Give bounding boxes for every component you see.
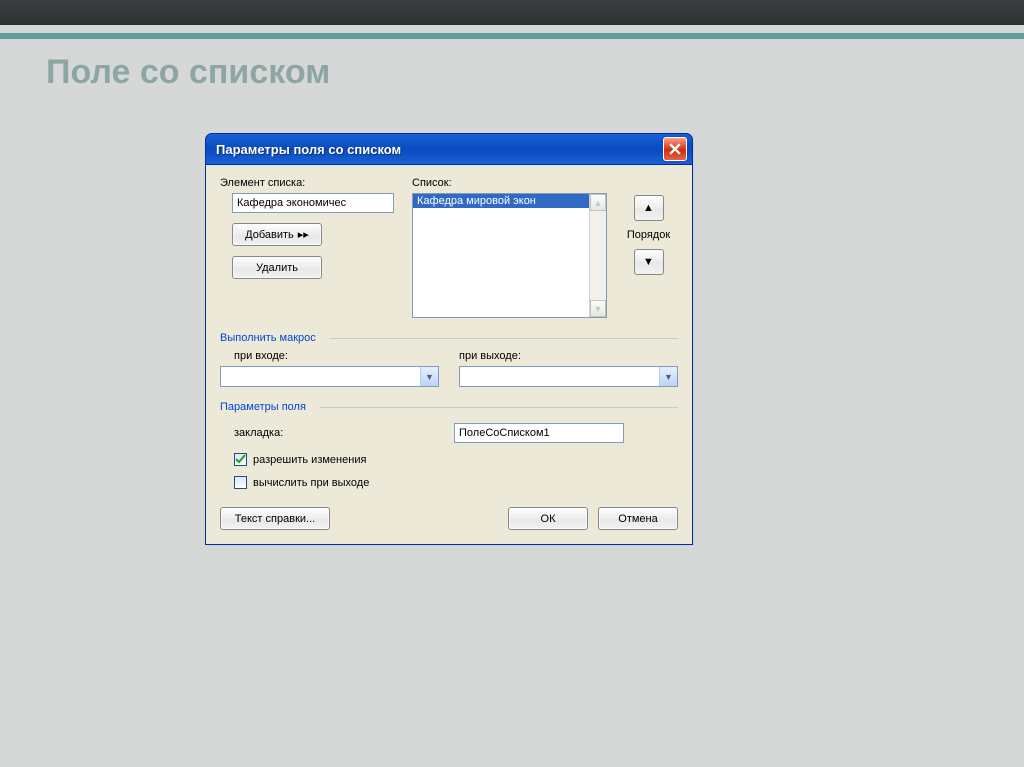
dialog-window: Параметры поля со списком Элемент списка… <box>205 133 693 545</box>
add-button-label: Добавить <box>245 229 294 241</box>
arrow-up-icon: ▲ <box>643 202 654 214</box>
list-item-input[interactable] <box>232 193 394 213</box>
allow-changes-checkbox[interactable] <box>234 453 247 466</box>
calc-on-exit-label: вычислить при выходе <box>253 477 369 489</box>
list-item[interactable]: Кафедра мировой экон <box>413 194 589 208</box>
calc-on-exit-checkbox[interactable] <box>234 476 247 489</box>
ok-button[interactable]: ОК <box>508 507 588 530</box>
group-macro-label: Выполнить макрос <box>220 332 678 344</box>
bookmark-label: закладка: <box>220 427 444 439</box>
allow-changes-label: разрешить изменения <box>253 454 366 466</box>
scroll-up-icon[interactable]: ▲ <box>590 194 606 211</box>
dialog-title: Параметры поля со списком <box>216 142 663 157</box>
scrollbar[interactable]: ▲ ▼ <box>589 194 606 317</box>
list-box[interactable]: Кафедра мировой экон ▲ ▼ <box>412 193 607 318</box>
chevron-down-icon[interactable]: ▼ <box>659 367 677 386</box>
move-down-button[interactable]: ▼ <box>634 249 664 275</box>
list-item-label: Элемент списка: <box>220 177 400 189</box>
chevron-down-icon[interactable]: ▼ <box>420 367 438 386</box>
arrow-right-icon: ▸▸ <box>298 228 309 241</box>
scroll-down-icon[interactable]: ▼ <box>590 300 606 317</box>
presentation-top-band <box>0 0 1024 25</box>
dialog-body: Элемент списка: Добавить ▸▸ Удалить Спис… <box>205 165 693 545</box>
on-enter-label: при входе: <box>220 350 439 362</box>
page-title: Поле со списком <box>0 39 1024 102</box>
delete-button[interactable]: Удалить <box>232 256 322 279</box>
check-icon <box>235 454 246 465</box>
arrow-down-icon: ▼ <box>643 256 654 268</box>
on-enter-combo[interactable]: ▼ <box>220 366 439 387</box>
add-button[interactable]: Добавить ▸▸ <box>232 223 322 246</box>
order-label: Порядок <box>627 229 670 241</box>
close-icon <box>669 143 681 155</box>
list-label: Список: <box>412 177 607 189</box>
help-text-button[interactable]: Текст справки... <box>220 507 330 530</box>
group-field-params-label: Параметры поля <box>220 401 678 413</box>
cancel-button[interactable]: Отмена <box>598 507 678 530</box>
move-up-button[interactable]: ▲ <box>634 195 664 221</box>
dialog-titlebar[interactable]: Параметры поля со списком <box>205 133 693 165</box>
close-button[interactable] <box>663 137 687 161</box>
on-exit-combo[interactable]: ▼ <box>459 366 678 387</box>
on-exit-label: при выходе: <box>459 350 678 362</box>
presentation-gap-band <box>0 25 1024 33</box>
bookmark-input[interactable] <box>454 423 624 443</box>
